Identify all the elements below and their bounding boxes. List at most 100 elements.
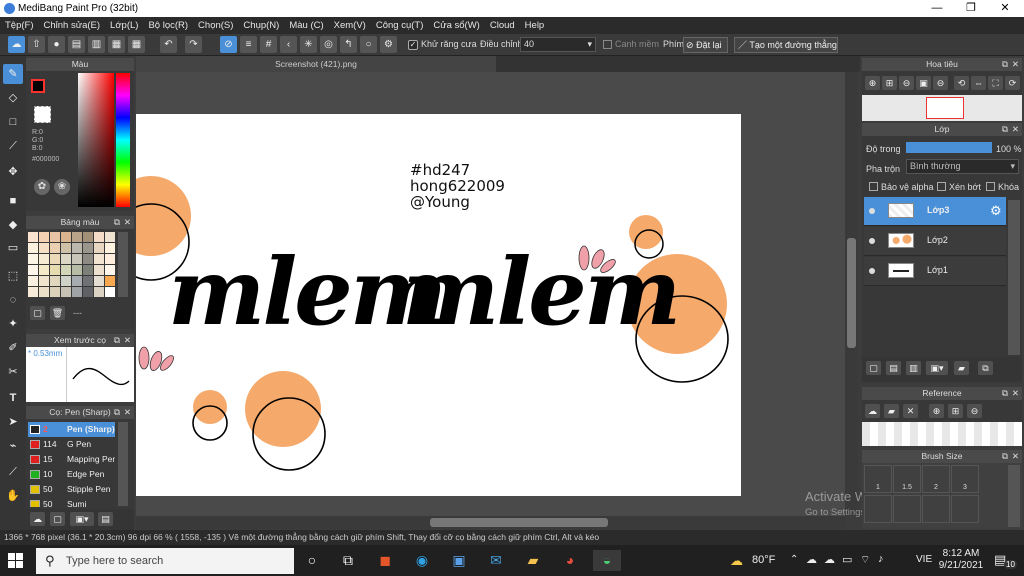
adjust-select[interactable]: 40 ▾ bbox=[520, 37, 596, 52]
palette-swatch[interactable] bbox=[72, 243, 82, 253]
task-view-icon[interactable]: ⧉ bbox=[334, 550, 362, 571]
zoom-reset-icon[interactable]: ⊖ bbox=[933, 76, 948, 90]
onedrive-icon[interactable]: ☁ bbox=[824, 553, 835, 566]
eye-icon[interactable] bbox=[869, 208, 875, 214]
menu-edit[interactable]: Chỉnh sửa(E) bbox=[44, 20, 101, 31]
palette-swatch[interactable] bbox=[61, 243, 71, 253]
palette-swatch[interactable] bbox=[28, 254, 38, 264]
color-picker-square[interactable] bbox=[78, 73, 114, 207]
perspective-snap-icon[interactable]: ‹ bbox=[280, 36, 297, 53]
brush-size-cell[interactable]: 1 bbox=[864, 465, 892, 493]
vertical-scrollbar[interactable] bbox=[845, 72, 858, 516]
fill-rect-tool-icon[interactable]: ■ bbox=[3, 191, 23, 211]
radial-snap-icon[interactable]: ✳ bbox=[300, 36, 317, 53]
palette-swatch[interactable] bbox=[105, 243, 115, 253]
palette-swatch[interactable] bbox=[39, 265, 49, 275]
undo-icon[interactable]: ↶ bbox=[160, 36, 177, 53]
palette-swatch[interactable] bbox=[105, 254, 115, 264]
menu-tools[interactable]: Công cụ(T) bbox=[376, 20, 424, 31]
parallel-snap-icon[interactable]: ≡ bbox=[240, 36, 257, 53]
taskbar-search[interactable]: ⚲ Type here to search bbox=[36, 548, 294, 574]
brush-size-cell[interactable]: 3 bbox=[951, 465, 979, 493]
edge-icon[interactable]: ◉ bbox=[408, 550, 436, 571]
zoom-fit-icon[interactable]: ⊞ bbox=[882, 76, 897, 90]
layer-item[interactable]: Lớp3 ⚙ bbox=[864, 197, 1006, 226]
eye-icon[interactable] bbox=[869, 268, 875, 274]
palette-swatch[interactable] bbox=[28, 265, 38, 275]
palette-swatch[interactable] bbox=[72, 254, 82, 264]
brush-item[interactable]: 10 Edge Pen bbox=[28, 467, 115, 482]
layer-icon[interactable]: ▤ bbox=[68, 36, 85, 53]
layer-item[interactable]: Lớp1 bbox=[864, 257, 1006, 286]
volume-icon[interactable]: ♪ bbox=[878, 553, 884, 565]
palette-swatch[interactable] bbox=[94, 232, 104, 242]
hue-slider[interactable] bbox=[116, 73, 130, 207]
palette-swatch[interactable] bbox=[39, 232, 49, 242]
cloud-icon[interactable]: ☁ bbox=[8, 36, 25, 53]
menu-filter[interactable]: Bộ lọc(R) bbox=[148, 20, 188, 31]
zoom-in-icon[interactable]: ⊕ bbox=[865, 76, 880, 90]
brush-size-cell[interactable] bbox=[893, 495, 921, 523]
palette-swatch[interactable] bbox=[28, 287, 38, 297]
menu-layer[interactable]: Lớp(L) bbox=[110, 20, 138, 31]
palette-swatch[interactable] bbox=[61, 276, 71, 286]
ref-zoom-in-icon[interactable]: ⊕ bbox=[929, 404, 944, 418]
palette-scrollbar[interactable] bbox=[118, 232, 128, 297]
reference-canvas[interactable] bbox=[862, 422, 1022, 446]
brush-props-icon[interactable]: ▤ bbox=[98, 512, 113, 526]
palette-swatch[interactable] bbox=[50, 276, 60, 286]
table-icon[interactable]: ▦ bbox=[128, 36, 145, 53]
foreground-color-swatch[interactable] bbox=[31, 79, 45, 93]
operation-tool-icon[interactable]: ➤ bbox=[3, 412, 23, 432]
straight-line-button[interactable]: ／ Tạo một đường thẳng bbox=[734, 37, 838, 53]
flip-icon[interactable]: ⇔ bbox=[971, 76, 986, 90]
navigator-thumbnail[interactable] bbox=[862, 95, 1022, 121]
select-tool-icon[interactable]: ⬚ bbox=[3, 266, 23, 286]
smooth-checkbox[interactable] bbox=[603, 40, 612, 49]
lock-checkbox[interactable] bbox=[986, 182, 995, 191]
palette-swatch[interactable] bbox=[83, 265, 93, 275]
color-wheel-icon[interactable]: ❀ bbox=[54, 179, 70, 195]
new-palette-icon[interactable]: ▢ bbox=[30, 306, 45, 320]
palette-swatch[interactable] bbox=[83, 232, 93, 242]
lasso-tool-icon[interactable]: ◌ bbox=[3, 290, 23, 310]
magic-wand-tool-icon[interactable]: ✦ bbox=[3, 314, 23, 334]
fullscreen-icon[interactable]: ⛶ bbox=[988, 76, 1003, 90]
palette-swatch[interactable] bbox=[50, 265, 60, 275]
copy-layer-icon[interactable]: ▥ bbox=[906, 361, 921, 375]
palette-swatch[interactable] bbox=[39, 287, 49, 297]
file-explorer-icon[interactable]: ▰ bbox=[519, 550, 547, 571]
palette-swatch[interactable] bbox=[50, 254, 60, 264]
office-icon[interactable]: ◼ bbox=[371, 550, 399, 571]
circle-snap-icon[interactable]: ○ bbox=[360, 36, 377, 53]
actual-size-icon[interactable]: ▣ bbox=[916, 76, 931, 90]
open-folder-icon[interactable]: ▰ bbox=[884, 404, 899, 418]
clock[interactable]: 8:12 AM 9/21/2021 bbox=[938, 548, 984, 572]
network-icon[interactable]: ⌔ bbox=[860, 553, 870, 567]
select-pen-tool-icon[interactable]: ✐ bbox=[3, 338, 23, 358]
palette-swatch[interactable] bbox=[83, 243, 93, 253]
concentric-snap-icon[interactable]: ◎ bbox=[320, 36, 337, 53]
brush-menu-icon[interactable]: ▣▾ bbox=[70, 512, 94, 526]
eyedropper-tool-icon[interactable]: ⟋ bbox=[3, 462, 23, 482]
medibang-icon[interactable]: ◒ bbox=[593, 550, 621, 571]
palette-swatch[interactable] bbox=[105, 265, 115, 275]
palette-swatch[interactable] bbox=[94, 287, 104, 297]
settings-snap-icon[interactable]: ⚙ bbox=[380, 36, 397, 53]
text-tool-icon[interactable]: T bbox=[3, 388, 23, 408]
palette-swatch[interactable] bbox=[39, 254, 49, 264]
close-button[interactable]: ✕ bbox=[988, 0, 1022, 17]
brush-size-cell[interactable] bbox=[922, 495, 950, 523]
cloud-download-icon[interactable]: ☁ bbox=[865, 404, 880, 418]
eraser-tool-icon[interactable]: ◇ bbox=[3, 88, 23, 108]
new-brush-icon[interactable]: ▢ bbox=[50, 512, 65, 526]
brush-scrollbar[interactable] bbox=[118, 422, 128, 506]
chrome-icon[interactable]: ◕ bbox=[556, 550, 584, 571]
palette-swatch[interactable] bbox=[61, 287, 71, 297]
menu-window[interactable]: Cửa sổ(W) bbox=[433, 20, 479, 31]
palette-swatch[interactable] bbox=[105, 276, 115, 286]
palette-swatch[interactable] bbox=[105, 287, 115, 297]
menu-file[interactable]: Tệp(F) bbox=[5, 20, 34, 31]
palette-swatch[interactable] bbox=[105, 232, 115, 242]
antialias-checkbox[interactable]: ✓ bbox=[408, 40, 418, 50]
